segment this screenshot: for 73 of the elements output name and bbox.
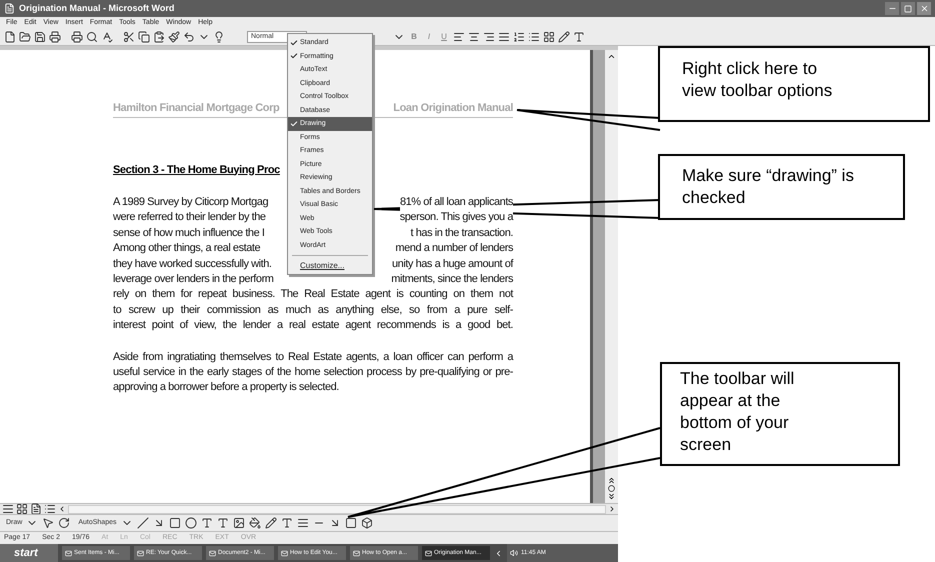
line-style-icon[interactable] xyxy=(296,517,308,529)
paragraph-line: rely on them for repeat business. The Real Estate agent is counting on them not xyxy=(113,287,513,302)
scroll-up-icon[interactable] xyxy=(607,52,616,61)
align-right-icon[interactable] xyxy=(483,31,495,43)
save-icon[interactable] xyxy=(34,31,46,43)
maximize-icon xyxy=(904,4,912,12)
maximize-button[interactable] xyxy=(901,2,915,15)
speaker-icon[interactable] xyxy=(510,549,518,557)
close-button[interactable] xyxy=(917,2,931,15)
window-title: Origination Manual - Microsoft Word xyxy=(19,2,174,15)
printer-icon[interactable] xyxy=(71,31,83,43)
new-document-icon[interactable] xyxy=(4,31,16,43)
lightbulb-icon[interactable] xyxy=(213,31,225,43)
envelope-icon xyxy=(65,550,72,556)
scissors-icon[interactable] xyxy=(123,31,135,43)
close-icon xyxy=(920,4,928,13)
header-text: Hamilton Financial Mortgage Corp xyxy=(113,101,280,116)
normal-view-icon[interactable] xyxy=(2,503,14,515)
folder-icon[interactable] xyxy=(19,31,31,43)
scroll-left-icon[interactable] xyxy=(58,505,66,513)
highlight-icon[interactable] xyxy=(558,31,570,43)
wordart-icon[interactable] xyxy=(216,517,228,529)
document-icon xyxy=(4,3,15,14)
line-icon[interactable] xyxy=(136,517,148,529)
scroll-right-icon[interactable] xyxy=(608,505,616,513)
callout-box: Make sure “drawing” is checked xyxy=(658,154,905,220)
rotate-icon[interactable] xyxy=(58,517,70,529)
browse-object-icon[interactable] xyxy=(608,485,615,492)
envelope-icon xyxy=(425,550,432,556)
paintbrush-icon[interactable] xyxy=(168,31,180,43)
envelope-icon xyxy=(137,550,144,556)
header-text: Loan Origination Manual xyxy=(393,101,513,116)
expand-tray-icon[interactable] xyxy=(494,548,503,558)
oval-icon[interactable] xyxy=(184,517,196,529)
callout-box: Right click here to view toolbar options xyxy=(658,46,930,122)
align-left-icon[interactable] xyxy=(453,31,465,43)
line-color-icon[interactable] xyxy=(264,517,276,529)
minimize-button[interactable] xyxy=(885,2,899,15)
border-icon[interactable] xyxy=(543,31,555,43)
fill-color-icon[interactable] xyxy=(248,517,260,529)
vertical-scrollbar[interactable] xyxy=(605,50,618,503)
customize-item[interactable]: Customize... xyxy=(288,259,372,272)
envelope-icon xyxy=(209,550,216,556)
paragraph: Aside from ingratiating themselves to Real Estate agents, a loan officer can perform a useful service in the early stages of the home selection process by pre-qualifying or pre-approving a borrower before a property is selected. xyxy=(113,350,513,396)
web-view-icon[interactable] xyxy=(16,503,28,515)
search-icon[interactable] xyxy=(86,31,98,43)
numbered-list-icon[interactable] xyxy=(513,31,525,43)
envelope-icon xyxy=(281,550,288,556)
spell-check-icon[interactable] xyxy=(101,31,113,43)
next-page-icon[interactable] xyxy=(607,492,616,501)
printer-icon[interactable] xyxy=(49,31,61,43)
previous-page-icon[interactable] xyxy=(607,476,616,485)
rectangle-icon[interactable] xyxy=(168,517,180,529)
align-center-icon[interactable] xyxy=(468,31,480,43)
clip-art-icon[interactable] xyxy=(232,517,244,529)
font-color-icon[interactable] xyxy=(280,517,292,529)
justify-icon[interactable] xyxy=(498,31,510,43)
paragraph-line: to screw up their commission as much as anything else, so from a pure self- xyxy=(113,302,513,318)
envelope-icon xyxy=(353,550,360,556)
shadow-icon[interactable] xyxy=(344,517,356,529)
text-box-icon[interactable] xyxy=(200,517,212,529)
pointer-icon[interactable] xyxy=(42,517,54,529)
callout-box: The toolbar will appear at the bottom of your screen xyxy=(660,362,900,466)
paragraph-line: interest point of view, the lender a real estate agent recommends is a good bet. xyxy=(113,318,513,334)
3d-icon[interactable] xyxy=(360,517,372,529)
start-button[interactable]: start xyxy=(0,544,58,562)
paste-icon[interactable] xyxy=(153,31,165,43)
font-color-icon[interactable] xyxy=(573,31,585,43)
print-view-icon[interactable] xyxy=(30,503,42,515)
copy-icon[interactable] xyxy=(138,31,150,43)
section-heading: Section 3 - The Home Buying Proc xyxy=(113,162,280,178)
undo-icon[interactable] xyxy=(183,31,195,43)
horizontal-scrollbar[interactable] xyxy=(68,504,606,514)
